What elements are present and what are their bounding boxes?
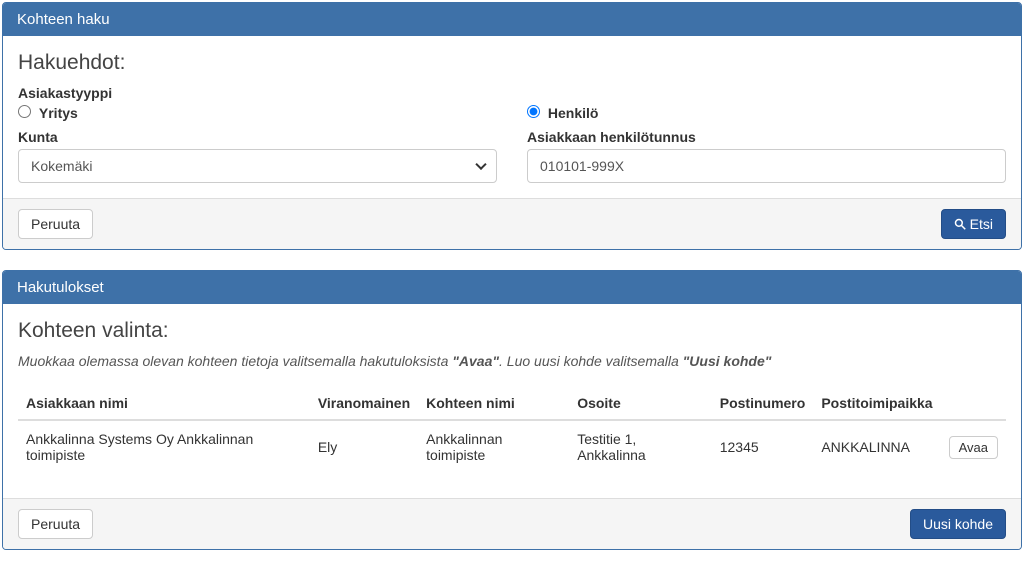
customer-type-label: Asiakastyyppi (18, 85, 1006, 101)
col-target-name: Kohteen nimi (418, 387, 569, 420)
help-prefix: Muokkaa olemassa olevan kohteen tietoja … (18, 353, 452, 369)
results-panel-body: Kohteen valinta: Muokkaa olemassa olevan… (3, 304, 1021, 498)
cell-postcode: 12345 (712, 420, 814, 473)
results-panel-title: Hakutulokset (3, 271, 1021, 304)
results-cancel-button[interactable]: Peruuta (18, 509, 93, 539)
search-panel-footer: Peruuta Etsi (3, 198, 1021, 249)
cell-target-name: Ankkalinnan toimipiste (418, 420, 569, 473)
radio-person-label: Henkilö (548, 105, 599, 121)
search-panel-title: Kohteen haku (3, 3, 1021, 36)
cancel-button[interactable]: Peruuta (18, 209, 93, 239)
col-actions (941, 387, 1006, 420)
results-panel: Hakutulokset Kohteen valinta: Muokkaa ol… (2, 270, 1022, 550)
radio-company[interactable] (18, 105, 31, 118)
search-panel-body: Hakuehdot: Asiakastyyppi Yritys Kunta Ko… (3, 36, 1021, 198)
results-table: Asiakkaan nimi Viranomainen Kohteen nimi… (18, 387, 1006, 473)
open-row-button[interactable]: Avaa (949, 436, 998, 459)
ssn-label: Asiakkaan henkilötunnus (527, 129, 1006, 145)
help-mid: . Luo uusi kohde valitsemalla (499, 353, 683, 369)
cell-customer-name: Ankkalinna Systems Oy Ankkalinnan toimip… (18, 420, 310, 473)
cell-postoffice: ANKKALINNA (813, 420, 940, 473)
col-authority: Viranomainen (310, 387, 418, 420)
help-bold-new: "Uusi kohde" (683, 353, 772, 369)
search-button[interactable]: Etsi (941, 209, 1006, 239)
table-row: Ankkalinna Systems Oy Ankkalinnan toimip… (18, 420, 1006, 473)
search-section-heading: Hakuehdot: (18, 51, 1006, 75)
results-panel-footer: Peruuta Uusi kohde (3, 498, 1021, 549)
ssn-input[interactable] (527, 149, 1006, 183)
search-button-label: Etsi (970, 216, 993, 232)
col-customer-name: Asiakkaan nimi (18, 387, 310, 420)
col-postoffice: Postitoimipaikka (813, 387, 940, 420)
col-address: Osoite (569, 387, 712, 420)
cell-address: Testitie 1, Ankkalinna (569, 420, 712, 473)
new-target-button[interactable]: Uusi kohde (910, 509, 1006, 539)
radio-company-label: Yritys (39, 105, 78, 121)
municipality-select[interactable]: Kokemäki (18, 149, 497, 183)
col-postcode: Postinumero (712, 387, 814, 420)
help-bold-open: "Avaa" (452, 353, 499, 369)
results-section-heading: Kohteen valinta: (18, 319, 1006, 343)
municipality-label: Kunta (18, 129, 497, 145)
search-icon (954, 218, 966, 230)
radio-person[interactable] (527, 105, 540, 118)
cell-authority: Ely (310, 420, 418, 473)
search-panel: Kohteen haku Hakuehdot: Asiakastyyppi Yr… (2, 2, 1022, 250)
results-help-text: Muokkaa olemassa olevan kohteen tietoja … (18, 353, 1006, 369)
